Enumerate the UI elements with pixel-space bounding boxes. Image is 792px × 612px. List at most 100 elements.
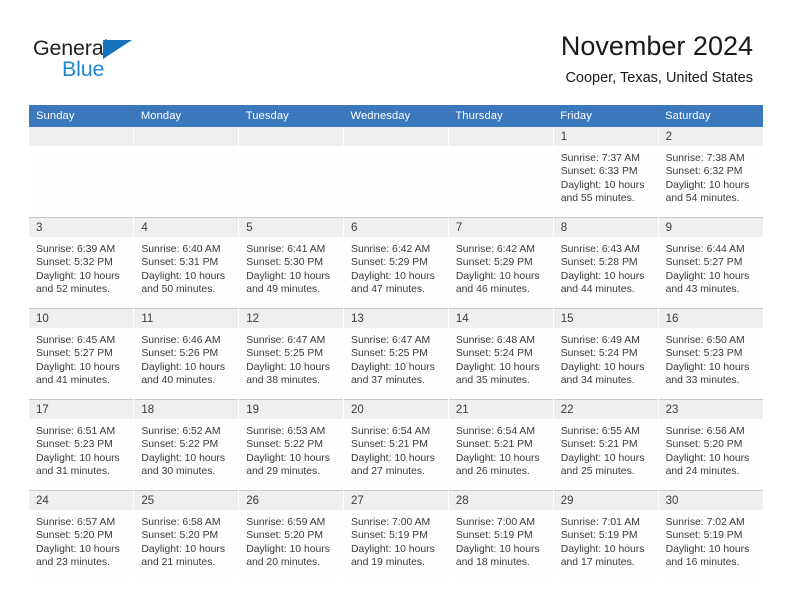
sunrise-text: Sunrise: 6:54 AM [455,426,536,437]
day-number: 9 [658,218,763,237]
calendar-day-cell[interactable]: 28 Sunrise: 7:00 AM Sunset: 5:19 PM Dayligh… [448,490,554,581]
day-sun-info: Sunrise: 6:56 AM Sunset: 5:20 PM Daylight:… [659,419,763,478]
sunrise-text: Sunrise: 6:58 AM [141,517,221,528]
sunset-text: Sunset: 5:22 PM [141,439,219,451]
calendar-day-cell[interactable]: 25 Sunrise: 6:58 AM Sunset: 5:20 PM Dayligh… [133,490,240,581]
calendar-day-cell-empty [29,127,135,218]
calendar-day-cell[interactable]: 14 Sunrise: 6:48 AM Sunset: 5:24 PM Dayligh… [448,308,554,400]
calendar-day-cell[interactable]: 26 Sunrise: 6:59 AM Sunset: 5:20 PM Dayligh… [238,490,345,581]
sunrise-text: Sunrise: 7:01 AM [560,517,640,528]
day-sun-info: Sunrise: 6:44 AM Sunset: 5:27 PM Daylight:… [659,237,763,296]
day-sun-info: Sunrise: 6:45 AM Sunset: 5:27 PM Daylight:… [29,328,133,387]
calendar-day-cell[interactable]: 7 Sunrise: 6:42 AM Sunset: 5:29 PM Daylight… [448,217,554,309]
day-sun-info: Sunrise: 7:01 AM Sunset: 5:19 PM Daylight:… [554,510,658,569]
calendar-day-cell[interactable]: 6 Sunrise: 6:42 AM Sunset: 5:29 PM Daylight… [343,217,449,309]
calendar-day-cell[interactable]: 12 Sunrise: 6:47 AM Sunset: 5:25 PM Dayligh… [238,308,345,400]
calendar-day-cell[interactable]: 10 Sunrise: 6:45 AM Sunset: 5:27 PM Dayligh… [29,308,135,400]
day-sun-info: Sunrise: 6:51 AM Sunset: 5:23 PM Daylight:… [29,419,133,478]
sunrise-text: Sunrise: 6:42 AM [351,244,431,255]
daylight-text: Daylight: 10 hours and 35 minutes. [455,361,540,386]
day-number [344,127,448,146]
calendar-day-cell[interactable]: 24 Sunrise: 6:57 AM Sunset: 5:20 PM Dayligh… [29,490,135,581]
page-subtitle: Cooper, Texas, United States [565,70,753,87]
day-sun-info: Sunrise: 6:42 AM Sunset: 5:29 PM Daylight:… [449,237,553,296]
sunrise-text: Sunrise: 6:39 AM [36,244,116,255]
day-number: 5 [239,218,344,237]
calendar-day-cell[interactable]: 15 Sunrise: 6:49 AM Sunset: 5:24 PM Dayligh… [553,308,659,400]
calendar-day-cell[interactable]: 11 Sunrise: 6:46 AM Sunset: 5:26 PM Dayligh… [133,308,240,400]
calendar-day-cell[interactable]: 29 Sunrise: 7:01 AM Sunset: 5:19 PM Dayligh… [553,490,659,581]
calendar-day-cell[interactable]: 1 Sunrise: 7:37 AM Sunset: 6:33 PM Daylight… [553,127,659,218]
calendar-day-cell[interactable]: 23 Sunrise: 6:56 AM Sunset: 5:20 PM Dayligh… [658,399,763,491]
day-number: 22 [553,400,658,419]
sunset-text: Sunset: 5:29 PM [455,257,533,269]
sunset-text: Sunset: 6:32 PM [665,166,743,178]
day-number [134,127,239,146]
daylight-text: Daylight: 10 hours and 47 minutes. [351,270,435,295]
daylight-text: Daylight: 10 hours and 18 minutes. [455,543,540,568]
sunrise-text: Sunrise: 6:40 AM [141,244,221,255]
sunrise-text: Sunrise: 6:41 AM [246,244,326,255]
sunrise-text: Sunrise: 6:49 AM [560,335,640,346]
calendar-day-cell[interactable]: 20 Sunrise: 6:54 AM Sunset: 5:21 PM Dayligh… [343,399,449,491]
calendar-day-cell[interactable]: 13 Sunrise: 6:47 AM Sunset: 5:25 PM Dayligh… [343,308,449,400]
sunset-text: Sunset: 5:32 PM [36,257,113,269]
sunset-text: Sunset: 5:21 PM [560,439,638,451]
day-number: 12 [239,309,344,328]
sunrise-text: Sunrise: 6:56 AM [665,426,745,437]
calendar-body: 1 Sunrise: 7:37 AM Sunset: 6:33 PM Daylight… [29,127,763,581]
sunset-text: Sunset: 6:33 PM [560,166,638,178]
calendar-day-cell[interactable]: 19 Sunrise: 6:53 AM Sunset: 5:22 PM Dayligh… [238,399,345,491]
day-sun-info: Sunrise: 6:54 AM Sunset: 5:21 PM Daylight:… [449,419,553,478]
sunrise-text: Sunrise: 6:43 AM [560,244,640,255]
calendar-day-cell[interactable]: 27 Sunrise: 7:00 AM Sunset: 5:19 PM Dayligh… [343,490,449,581]
sunset-text: Sunset: 5:25 PM [246,348,324,360]
sunset-text: Sunset: 5:26 PM [141,348,219,360]
day-number: 23 [658,400,763,419]
calendar-day-cell[interactable]: 9 Sunrise: 6:44 AM Sunset: 5:27 PM Daylight… [658,217,763,309]
daylight-text: Daylight: 10 hours and 33 minutes. [665,361,750,386]
day-number: 20 [344,400,448,419]
sunrise-text: Sunrise: 6:50 AM [665,335,745,346]
calendar-day-cell[interactable]: 8 Sunrise: 6:43 AM Sunset: 5:28 PM Daylight… [553,217,659,309]
day-number: 16 [658,309,763,328]
sunrise-text: Sunrise: 6:42 AM [455,244,536,255]
calendar-day-cell[interactable]: 16 Sunrise: 6:50 AM Sunset: 5:23 PM Dayligh… [658,308,763,400]
page-title: November 2024 [560,31,753,61]
calendar-day-cell[interactable]: 5 Sunrise: 6:41 AM Sunset: 5:30 PM Daylight… [238,217,345,309]
generalblue-logo: General Blue [33,37,203,90]
sunrise-text: Sunrise: 6:51 AM [36,426,116,437]
daylight-text: Daylight: 10 hours and 54 minutes. [665,179,750,204]
day-sun-info: Sunrise: 6:49 AM Sunset: 5:24 PM Daylight:… [554,328,658,387]
day-number: 1 [553,127,658,146]
sunrise-text: Sunrise: 6:45 AM [36,335,116,346]
day-sun-info: Sunrise: 6:39 AM Sunset: 5:32 PM Daylight:… [29,237,133,296]
calendar-day-cell[interactable]: 2 Sunrise: 7:38 AM Sunset: 6:32 PM Daylight… [658,127,763,218]
calendar-day-cell[interactable]: 4 Sunrise: 6:40 AM Sunset: 5:31 PM Daylight… [133,217,240,309]
day-sun-info: Sunrise: 6:54 AM Sunset: 5:21 PM Daylight:… [344,419,448,478]
calendar-day-cell[interactable]: 18 Sunrise: 6:52 AM Sunset: 5:22 PM Dayligh… [133,399,240,491]
sunset-text: Sunset: 5:25 PM [351,348,428,360]
daylight-text: Daylight: 10 hours and 30 minutes. [141,452,226,477]
calendar-day-cell[interactable]: 17 Sunrise: 6:51 AM Sunset: 5:23 PM Dayligh… [29,399,135,491]
logo-text-blue: Blue [62,57,105,81]
daylight-text: Daylight: 10 hours and 24 minutes. [665,452,750,477]
day-number: 24 [29,491,134,510]
day-number: 13 [344,309,448,328]
sunrise-text: Sunrise: 6:47 AM [246,335,326,346]
sunrise-text: Sunrise: 7:38 AM [665,153,745,164]
sunset-text: Sunset: 5:28 PM [560,257,638,269]
calendar-day-cell[interactable]: 21 Sunrise: 6:54 AM Sunset: 5:21 PM Dayligh… [448,399,554,491]
day-sun-info: Sunrise: 7:38 AM Sunset: 6:32 PM Daylight:… [659,146,763,205]
calendar-day-cell[interactable]: 22 Sunrise: 6:55 AM Sunset: 5:21 PM Dayligh… [553,399,659,491]
sunrise-text: Sunrise: 6:53 AM [246,426,326,437]
day-number: 17 [29,400,134,419]
daylight-text: Daylight: 10 hours and 41 minutes. [36,361,120,386]
day-sun-info: Sunrise: 6:40 AM Sunset: 5:31 PM Daylight:… [134,237,238,296]
sunset-text: Sunset: 5:21 PM [455,439,533,451]
title-block: November 2024 Cooper, Texas, United Stat… [561,32,753,87]
sunset-text: Sunset: 5:31 PM [141,257,219,269]
calendar-day-cell[interactable]: 30 Sunrise: 7:02 AM Sunset: 5:19 PM Dayligh… [658,490,763,581]
calendar-day-cell[interactable]: 3 Sunrise: 6:39 AM Sunset: 5:32 PM Daylight… [29,217,135,309]
sunset-text: Sunset: 5:19 PM [455,530,533,542]
